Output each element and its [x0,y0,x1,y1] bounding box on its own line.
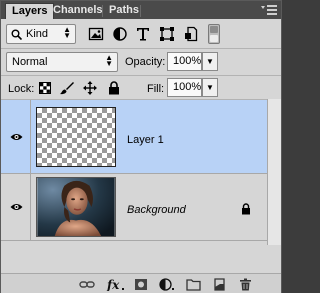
fill-label: Fill: [147,83,165,95]
blend-mode-value: Normal [12,56,48,68]
lock-all-icon[interactable] [108,81,120,95]
layer-row-layer-1[interactable]: Layer 1 [1,100,267,174]
fx-icon[interactable]: fx [106,278,126,291]
link-layers-icon[interactable] [79,278,95,291]
panel-menu-icon[interactable] [261,4,277,16]
lock-row: Lock: Fill: 100% ▼ [1,76,281,100]
layers-panel: Layers Channels Paths Kind ▲ ▼ Normal ▲ … [0,0,282,293]
adjustment-filter-icon[interactable] [112,26,128,42]
chevron-updown-icon: ▲ ▼ [105,53,113,68]
tab-separator [140,5,141,17]
adjustment-layer-icon[interactable] [159,278,175,291]
filter-kind-label: Kind [26,28,49,40]
tab-channels[interactable]: Channels [47,3,109,19]
lock-label: Lock: [8,83,35,95]
layer-name[interactable]: Background [127,204,186,216]
fill-slider-button[interactable]: ▼ [202,78,218,97]
layer-row-background[interactable]: Background [1,174,267,241]
eye-icon[interactable] [10,133,23,141]
lock-position-icon[interactable] [83,81,97,95]
layers-empty-area[interactable] [1,241,267,271]
filter-toggle-icon[interactable] [208,24,220,44]
shape-filter-icon[interactable] [159,26,175,42]
chevron-updown-icon: ▲ ▼ [63,25,71,40]
delete-layer-icon[interactable] [239,278,252,291]
layer-thumbnail-transparent [36,107,116,167]
type-filter-icon[interactable] [135,26,151,42]
blend-row: Normal ▲ ▼ Opacity: 100% ▼ [1,49,281,76]
search-icon [11,29,22,40]
svg-text:fx: fx [106,278,120,291]
lock-image-pixels-icon[interactable] [60,81,74,95]
lock-transparent-pixels-icon[interactable] [39,82,51,94]
new-group-icon[interactable] [186,278,201,291]
fill-input[interactable]: 100% [167,78,202,97]
blend-mode-dropdown[interactable]: Normal ▲ ▼ [6,52,118,72]
filter-row: Kind ▲ ▼ [1,19,281,49]
layer-name[interactable]: Layer 1 [127,134,164,146]
opacity-slider-button[interactable]: ▼ [202,52,218,71]
opacity-input[interactable]: 100% [167,52,202,71]
filter-kind-dropdown[interactable]: Kind ▲ ▼ [6,24,76,44]
new-layer-icon[interactable] [213,278,226,291]
layer-thumbnail-photo [36,177,116,237]
smart-object-filter-icon[interactable] [183,26,199,42]
visibility-column [1,100,31,173]
eye-icon[interactable] [10,203,23,211]
lock-icon [242,203,250,215]
pixel-filter-icon[interactable] [88,26,104,42]
add-mask-icon[interactable] [134,278,148,291]
visibility-column [1,174,31,240]
opacity-label: Opacity: [125,56,166,68]
tab-paths[interactable]: Paths [103,3,145,19]
layers-bottom-toolbar: fx [1,273,281,293]
layers-scrollbar[interactable] [267,99,281,245]
panel-tab-bar: Layers Channels Paths [1,1,281,19]
